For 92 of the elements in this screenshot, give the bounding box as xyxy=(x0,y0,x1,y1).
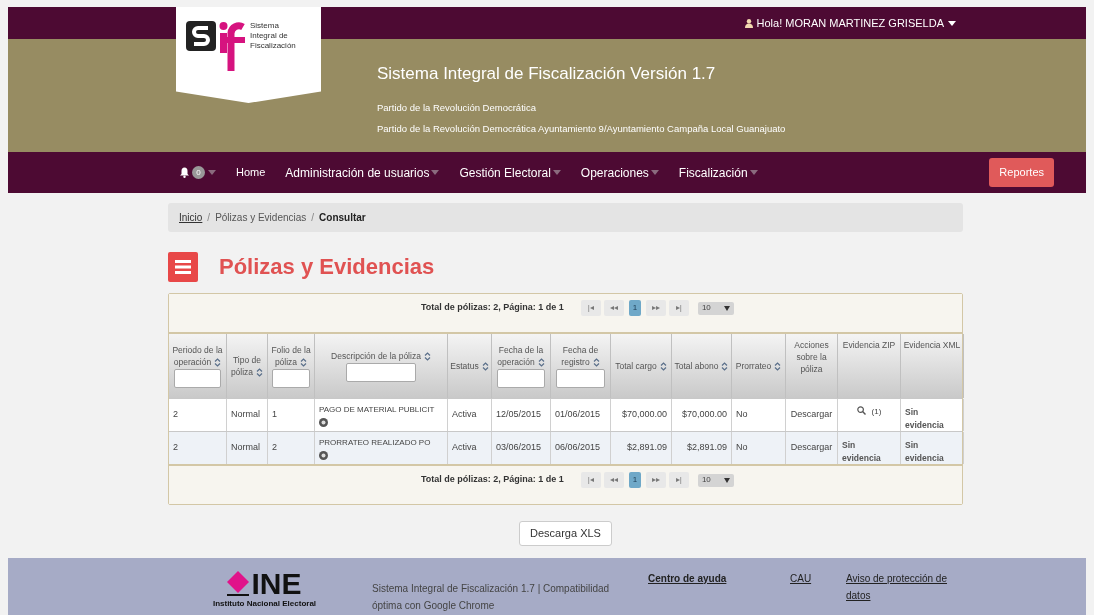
footer-link[interactable]: Aviso de protección de datos xyxy=(846,570,956,604)
table-cell: Activa xyxy=(448,432,492,464)
sort-icon[interactable] xyxy=(256,368,264,378)
caret-icon xyxy=(749,170,758,175)
caret-icon xyxy=(431,170,440,175)
filter-field[interactable] xyxy=(272,369,310,388)
page-size-select[interactable]: 10 xyxy=(697,301,734,315)
caret-icon xyxy=(723,305,730,311)
sort-icon[interactable] xyxy=(423,352,431,362)
table-cell: 2 xyxy=(268,432,315,464)
sort-icon[interactable] xyxy=(481,362,489,372)
system-title: Sistema Integral de Fiscalización Versión 1.7 xyxy=(377,63,717,85)
menu-icon xyxy=(168,251,198,282)
download-link[interactable]: Descargar xyxy=(790,408,833,422)
evidence-status: Sin evidencia xyxy=(905,439,945,465)
first-page-button[interactable]: |◂ xyxy=(580,472,601,488)
caret-icon xyxy=(650,170,659,175)
last-page-button[interactable]: ▸| xyxy=(668,472,689,488)
download-link[interactable]: Descargar xyxy=(790,441,833,455)
sort-icon[interactable] xyxy=(214,358,222,368)
column-header[interactable]: Periodo de la operación xyxy=(169,334,227,398)
table-cell: No xyxy=(732,432,786,464)
user-menu[interactable]: Hola! MORAN MARTINEZ GRISELDA xyxy=(744,14,956,32)
breadcrumb-link[interactable]: Inicio xyxy=(179,210,203,225)
filter-field[interactable] xyxy=(173,369,222,388)
footer-link[interactable]: Centro de ayuda xyxy=(648,570,790,604)
sort-icon[interactable] xyxy=(300,358,308,368)
page-button[interactable]: 1 xyxy=(628,472,641,488)
pager-summary: Total de pólizas: 2, Página: 1 de 1 xyxy=(421,301,564,315)
evidence-status: Sin evidencia xyxy=(842,439,882,465)
nav-menu-item[interactable]: Operaciones xyxy=(580,163,659,182)
page-title: Pólizas y Evidencias xyxy=(219,253,435,281)
breadcrumb-item[interactable]: Pólizas y Evidencias xyxy=(215,210,307,225)
footer-description: Sistema Integral de Fiscalización 1.7 | Compatibilidad óptima con Google Chrome xyxy=(372,582,611,613)
table-cell: 2 xyxy=(169,432,227,464)
next-page-button[interactable]: ▸▸ xyxy=(645,472,666,488)
table-cell: $2,891.09 xyxy=(672,432,732,464)
filter-field[interactable] xyxy=(555,369,606,388)
diamond-logo-icon xyxy=(227,571,250,597)
user-icon xyxy=(744,18,753,28)
breadcrumb-separator: / xyxy=(207,211,211,225)
logo-drawing xyxy=(186,21,246,71)
next-page-button[interactable]: ▸▸ xyxy=(645,300,666,316)
search-icon[interactable] xyxy=(856,406,866,415)
bell-icon xyxy=(180,167,189,178)
logo-caption: Sistema Integral de Fiscalización xyxy=(250,21,297,51)
ine-logo-text: INE xyxy=(251,570,302,598)
page-button[interactable]: 1 xyxy=(628,300,641,316)
pager-summary: Total de pólizas: 2, Página: 1 de 1 xyxy=(421,473,564,487)
page-size-select[interactable]: 10 xyxy=(697,473,734,487)
nav-menu-item[interactable]: Administración de usuarios xyxy=(285,163,440,182)
info-icon[interactable] xyxy=(319,450,328,460)
info-icon[interactable] xyxy=(319,417,328,427)
party-line: Partido de la Revolución Democrática xyxy=(377,100,537,115)
description-text: PRORRATEO REALIZADO PO xyxy=(319,436,432,449)
filter-field[interactable] xyxy=(496,369,546,388)
reports-button[interactable]: Reportes xyxy=(989,158,1054,187)
nav-menu-item[interactable]: Gestión Electoral xyxy=(459,163,561,182)
description-text: PAGO DE MATERIAL PUBLICIT xyxy=(319,403,436,416)
column-header[interactable]: Descripción de la póliza xyxy=(315,334,448,398)
last-page-button[interactable]: ▸| xyxy=(668,300,689,316)
caret-icon xyxy=(948,20,956,26)
breadcrumb-current: Consultar xyxy=(319,211,366,225)
ine-logo-caption: Instituto Nacional Electoral xyxy=(212,598,317,610)
sort-icon[interactable] xyxy=(537,358,545,368)
filter-field[interactable] xyxy=(346,363,416,382)
previous-page-button[interactable]: ◂◂ xyxy=(603,472,624,488)
sort-icon[interactable] xyxy=(659,362,667,372)
sort-icon[interactable] xyxy=(774,362,782,372)
party-line: Partido de la Revolución Democrática Ayuntamiento 9/Ayuntamiento Campaña Local Guanajuato xyxy=(377,121,787,136)
download-xls-button[interactable]: Descarga XLS xyxy=(519,521,612,546)
table-cell: 03/06/2015 xyxy=(492,432,551,464)
breadcrumb-separator: / xyxy=(311,211,315,225)
sort-icon[interactable] xyxy=(592,358,600,368)
column-header[interactable]: Folio de la póliza xyxy=(268,334,315,398)
caret-icon xyxy=(552,170,561,175)
column-header[interactable]: Fecha de registro xyxy=(551,334,611,398)
nav-menu-item[interactable]: Home xyxy=(236,164,266,181)
notification-count: 0 xyxy=(192,166,205,179)
footer-link[interactable]: CAU xyxy=(790,570,846,604)
caret-icon xyxy=(723,477,730,483)
nav-menu-item[interactable]: Fiscalización xyxy=(678,163,758,182)
table-cell: 06/06/2015 xyxy=(551,432,611,464)
first-page-button[interactable]: |◂ xyxy=(580,300,601,316)
previous-page-button[interactable]: ◂◂ xyxy=(603,300,624,316)
evidence-count[interactable]: (1) xyxy=(871,406,882,418)
caret-icon xyxy=(208,170,216,175)
column-header[interactable]: Fecha de la operación xyxy=(492,334,551,398)
sort-icon[interactable] xyxy=(721,362,729,372)
table-cell: Normal xyxy=(227,432,268,464)
evidence-status: Sin evidencia xyxy=(905,406,945,432)
table-cell: $2,891.09 xyxy=(611,432,672,464)
